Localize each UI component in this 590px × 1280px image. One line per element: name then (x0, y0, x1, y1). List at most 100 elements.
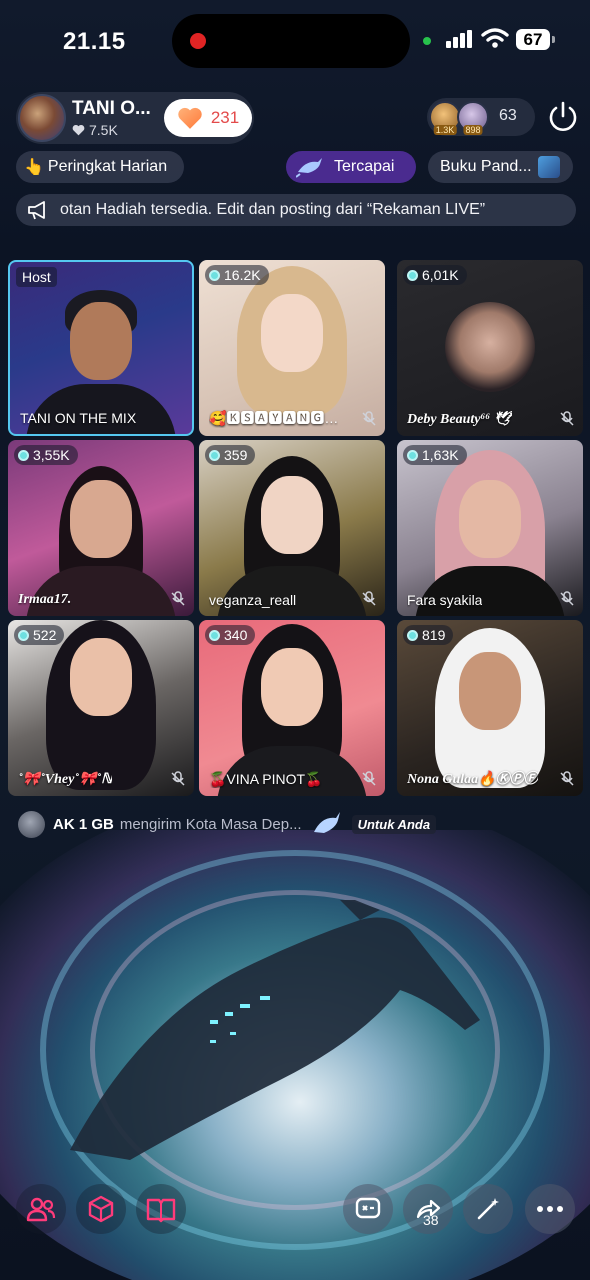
dynamic-island (172, 14, 410, 68)
host-likes: 7.5K (72, 122, 118, 138)
guest-video (217, 566, 367, 616)
whale-icon (313, 812, 340, 833)
guest-name: ˚🎀˚Vhey˚🎀˚ℕ (18, 772, 113, 787)
viewer-count-badge: 1,63K (403, 445, 467, 465)
mic-muted-icon (560, 771, 574, 786)
wifi-icon (481, 28, 509, 48)
viewer-count-badge: 16.2K (205, 265, 269, 285)
viewer-count-badge: 819 (403, 625, 454, 645)
status-bar: 21.15 67 (0, 0, 590, 80)
guest-avatar (445, 302, 535, 392)
mic-muted-icon (171, 591, 185, 606)
top-viewers[interactable]: 1.3K 898 63 (427, 98, 535, 136)
follow-count: 231 (210, 108, 240, 127)
guest-tile[interactable]: 359 veganza_reall (199, 440, 385, 616)
achieved-chip[interactable]: Tercapai (286, 151, 416, 183)
guest-name: veganza_reall (209, 592, 297, 608)
guest-video (261, 294, 323, 372)
guest-count: 3,55K (33, 447, 70, 463)
whale-icon (296, 158, 322, 178)
battery-indicator: 67 (516, 29, 555, 50)
guest-tile[interactable]: 16.2K 🥰🅺🆂🅰🆈🅰🅽🅶… (199, 260, 385, 436)
mic-muted-icon (171, 771, 185, 786)
guest-count: 1,63K (422, 447, 459, 463)
guests-button[interactable] (16, 1184, 66, 1234)
camera-in-use-icon (423, 37, 431, 45)
book-icon (146, 1198, 176, 1223)
mic-muted-icon (560, 591, 574, 606)
guest-name: TANI ON THE MIX (20, 410, 137, 426)
guest-tile[interactable]: 340 🍒VINA PINOT🍒 (199, 620, 385, 796)
recording-indicator-icon (190, 33, 206, 49)
guest-video (70, 480, 132, 558)
guest-tile[interactable]: 3,55K Irmaa17. (8, 440, 194, 616)
guest-name: Deby Beauty⁶⁶ 🕊 (407, 412, 512, 427)
daily-ranking-label: Peringkat Harian (47, 158, 168, 175)
announcement-text: otan Hadiah tersedia. Edit dan posting d… (60, 201, 486, 218)
guest-video (459, 652, 521, 730)
gift-notification: AK 1 GB mengirim Kota Masa Dep... Untuk … (18, 810, 437, 838)
gem-icon (407, 269, 418, 281)
cellular-signal-icon (446, 30, 472, 48)
guest-grid: Host TANI ON THE MIX 16.2K 🥰🅺🆂🅰🆈🅰🅽🅶… 6,0… (8, 260, 583, 796)
viewer-count-badge: 340 (205, 625, 256, 645)
guide-thumbnail (537, 156, 560, 178)
gift-sender: AK 1 GB (53, 815, 114, 833)
more-options-button[interactable] (525, 1184, 575, 1234)
mic-muted-icon (362, 591, 376, 606)
guest-name: 🥰🅺🆂🅰🆈🅰🅽🅶… (209, 410, 339, 426)
guest-video (70, 302, 132, 380)
guest-tile[interactable]: 522 ˚🎀˚Vhey˚🎀˚ℕ (8, 620, 194, 796)
guest-name: Irmaa17. (18, 592, 72, 607)
mic-muted-icon (362, 771, 376, 786)
status-time: 21.15 (63, 28, 126, 55)
daily-ranking-chip[interactable]: 👆 Peringkat Harian (16, 151, 184, 183)
viewer-count-badge: 6,01K (403, 265, 467, 285)
heart-icon (72, 124, 85, 136)
guide-button[interactable] (136, 1184, 186, 1234)
guest-count: 6,01K (422, 267, 459, 283)
guest-name: Nona Gulaa🔥ⓀⓅⒻ (407, 772, 538, 787)
magic-wand-icon (477, 1198, 499, 1220)
magic-wand-button[interactable] (463, 1184, 513, 1234)
guest-tile-host[interactable]: Host TANI ON THE MIX (8, 260, 194, 436)
guide-book-label: Buku Pand... (440, 158, 532, 175)
megaphone-icon (16, 194, 60, 226)
gem-icon (209, 629, 220, 641)
effects-button[interactable] (343, 1184, 393, 1234)
power-icon[interactable] (546, 100, 580, 134)
announcement-banner[interactable]: otan Hadiah tersedia. Edit dan posting d… (16, 194, 576, 226)
guest-count: 819 (422, 627, 446, 643)
cube-icon (88, 1195, 114, 1223)
mic-muted-icon (362, 411, 376, 426)
host-name: TANI O... (72, 98, 151, 119)
viewer-badge: 1.3K (433, 125, 457, 135)
for-you-tag: Untuk Anda (351, 814, 437, 834)
guest-tile[interactable]: 1,63K Fara syakila (397, 440, 583, 616)
gem-icon (209, 449, 220, 461)
viewer-count: 63 (499, 107, 517, 124)
host-avatar[interactable] (18, 94, 66, 142)
viewer-count-badge: 359 (205, 445, 256, 465)
viewer-badge: 898 (463, 125, 483, 135)
host-likes-count: 7.5K (89, 122, 118, 138)
viewer-count-badge: 3,55K (14, 445, 78, 465)
more-dots-icon (537, 1206, 563, 1212)
guest-tile[interactable]: 819 Nona Gulaa🔥ⓀⓅⒻ (397, 620, 583, 796)
pointing-hand-icon: 👆 (24, 159, 44, 176)
viewer-avatar[interactable]: 898 (457, 101, 489, 135)
guest-name: Fara syakila (407, 592, 483, 608)
guide-book-chip[interactable]: Buku Pand... (428, 151, 573, 183)
host-label: Host (16, 267, 57, 287)
follow-button[interactable]: 231 (164, 99, 252, 137)
guest-tile[interactable]: 6,01K Deby Beauty⁶⁶ 🕊 (397, 260, 583, 436)
share-count: 38 (423, 1212, 439, 1228)
sender-avatar[interactable] (18, 810, 45, 838)
guest-name: 🍒VINA PINOT🍒 (209, 771, 323, 787)
guest-count: 340 (224, 627, 248, 643)
guest-count: 359 (224, 447, 248, 463)
gem-icon (407, 629, 418, 641)
gift-box-button[interactable] (76, 1184, 126, 1234)
viewer-count-badge: 522 (14, 625, 65, 645)
guest-video (261, 476, 323, 554)
